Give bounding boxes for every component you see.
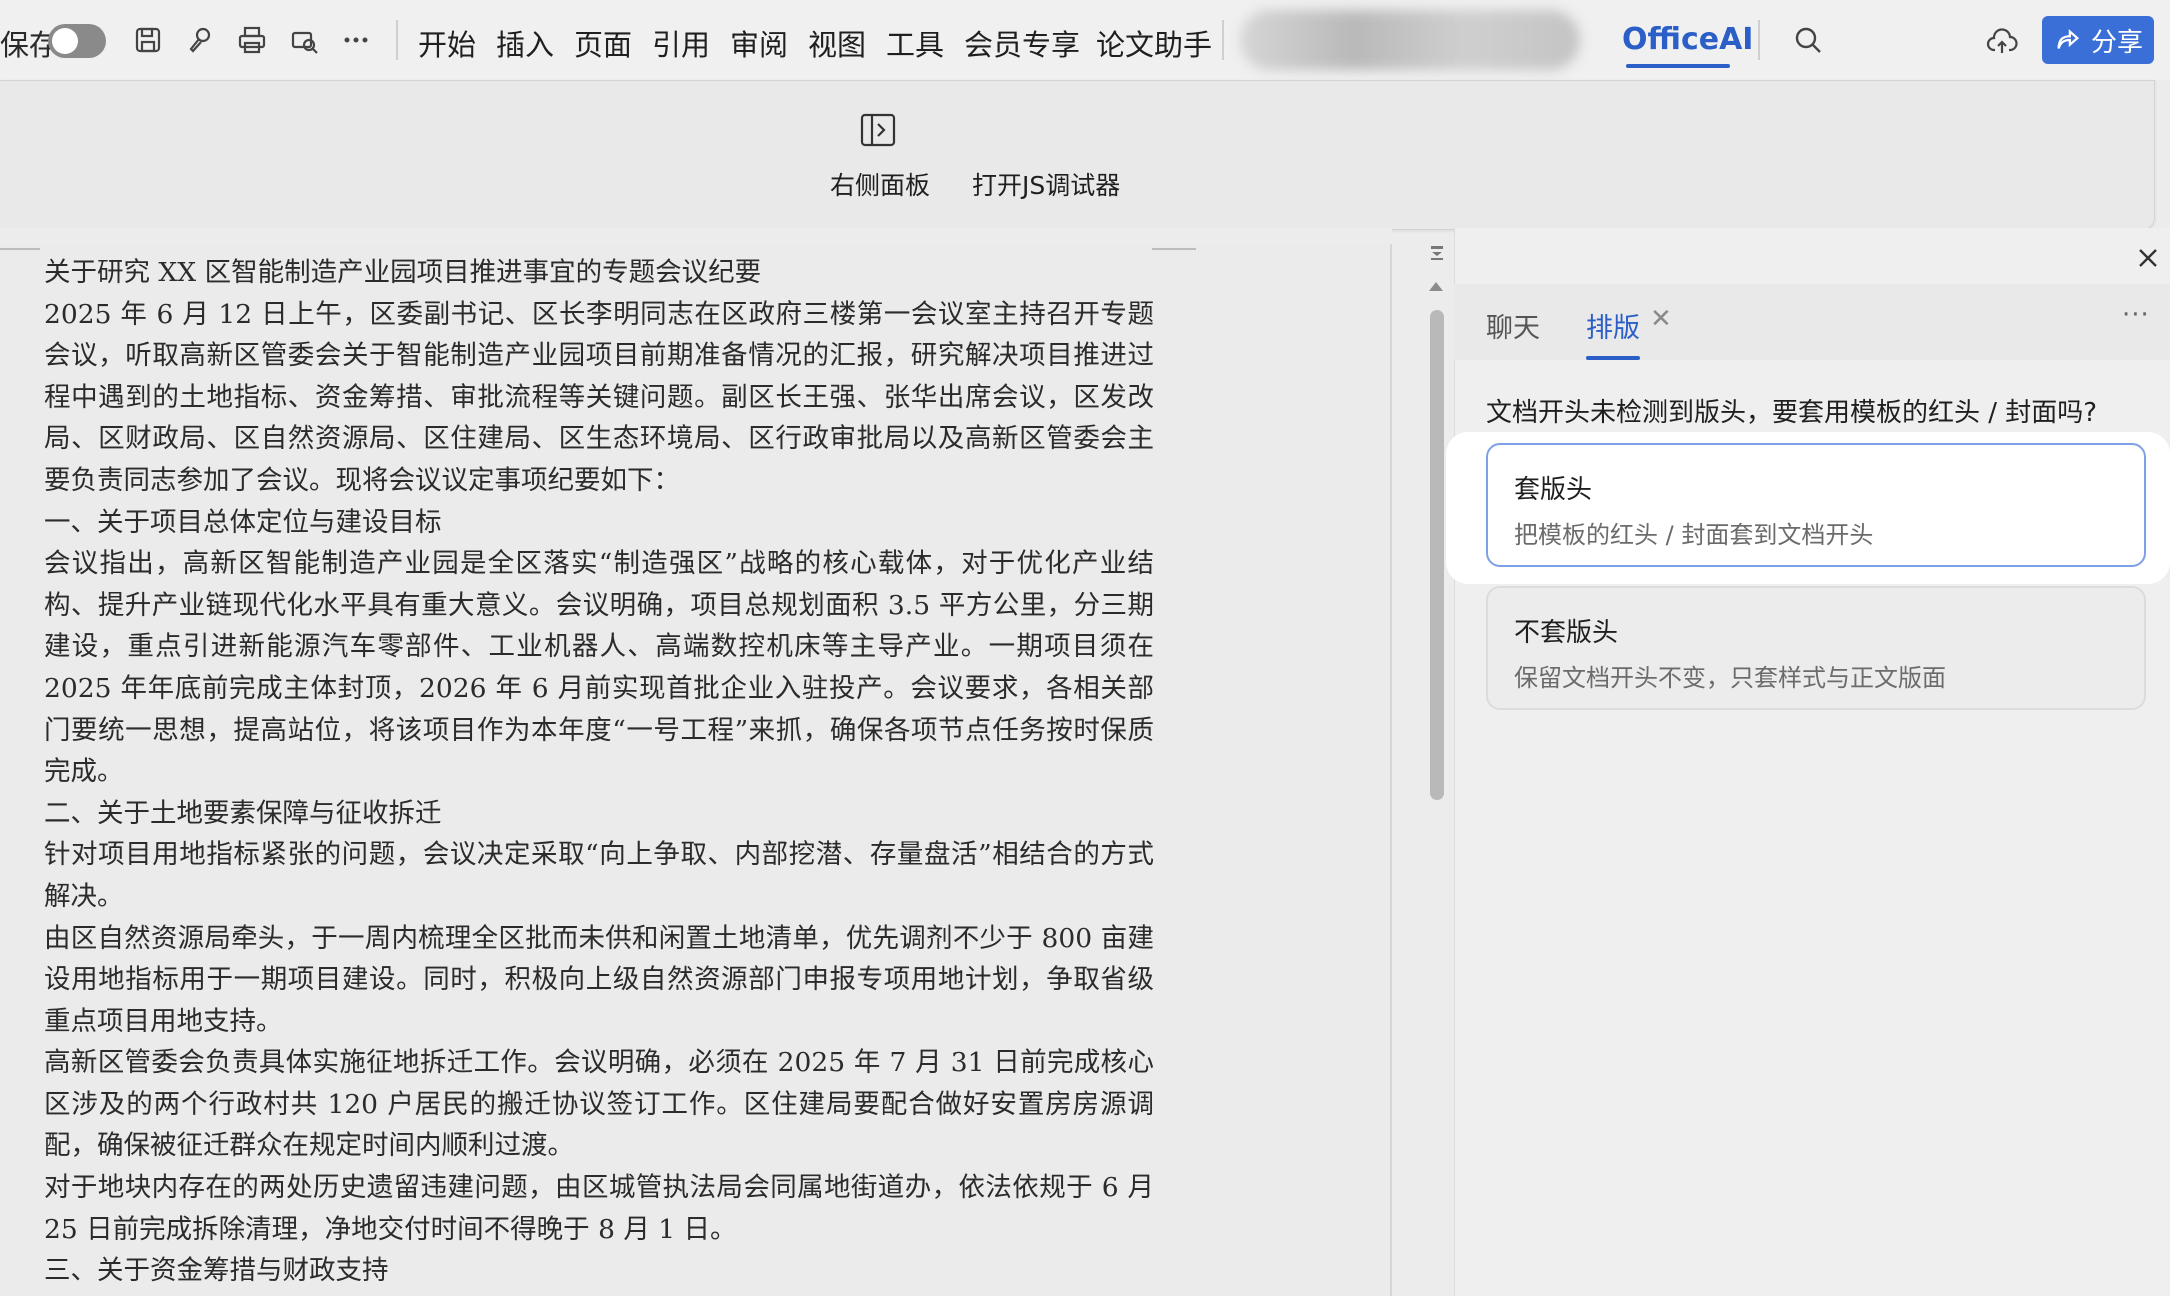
menu-view[interactable]: 视图 — [808, 22, 866, 64]
option-description: 把模板的红头 / 封面套到文档开头 — [1514, 521, 1874, 549]
redacted-tab — [1240, 10, 1580, 70]
split-handle-icon[interactable] — [1428, 244, 1446, 262]
menu-member[interactable]: 会员专享 — [964, 22, 1080, 64]
menu-thesis[interactable]: 论文助手 — [1096, 22, 1212, 64]
panel-tab-bar — [1454, 284, 2170, 360]
scroll-up-arrow[interactable] — [1429, 282, 1443, 291]
cloud-upload-icon[interactable] — [1982, 22, 2022, 62]
doc-paragraph: 对于地块内存在的两处历史遗留违建问题，由区城管执法局会同属地街道办，依法依规于 … — [44, 1172, 1154, 1245]
toolbar-divider — [1758, 20, 1760, 60]
doc-paragraph: 针对项目用地指标紧张的问题，会议决定采取“向上争取、内部挖潜、存量盘活”相结合的… — [44, 839, 1154, 912]
doc-paragraph: 由区自然资源局牵头，于一周内梳理全区批而未供和闲置土地清单，优先调剂不少于 80… — [44, 922, 1154, 1037]
print-icon[interactable] — [232, 20, 272, 60]
menu-page[interactable]: 页面 — [574, 22, 632, 64]
menu-review[interactable]: 审阅 — [730, 22, 788, 64]
document-body[interactable]: 关于研究 XX 区智能制造产业园项目推进事宜的专题会议纪要 2025 年 6 月… — [44, 252, 1154, 1292]
share-button[interactable]: 分享 — [2042, 16, 2154, 64]
share-label: 分享 — [2090, 27, 2143, 58]
apply-header-option[interactable]: 套版头 把模板的红头 / 封面套到文档开头 — [1486, 443, 2146, 567]
tab-chat[interactable]: 聊天 — [1486, 306, 1540, 345]
share-icon — [2057, 29, 2080, 49]
doc-heading: 一、关于项目总体定位与建设目标 — [44, 506, 442, 538]
doc-heading: 三、关于资金筹措与财政支持 — [44, 1255, 389, 1287]
active-tab-underline — [1626, 64, 1730, 68]
toolbar-divider — [396, 20, 398, 60]
format-painter-icon[interactable] — [180, 20, 220, 60]
toolbar-divider — [1222, 20, 1224, 60]
search-icon[interactable] — [1788, 20, 1828, 60]
save-icon[interactable] — [128, 20, 168, 60]
menu-insert[interactable]: 插入 — [496, 22, 554, 64]
page-corner-mark — [0, 248, 40, 250]
tab-officeai[interactable]: OfficeAI — [1622, 22, 1753, 57]
doc-heading: 二、关于土地要素保障与征收拆迁 — [44, 797, 442, 829]
page-corner-mark — [1152, 248, 1196, 250]
option-title: 不套版头 — [1514, 618, 1619, 648]
option-title: 套版头 — [1514, 475, 1593, 505]
toggle-knob — [52, 28, 78, 54]
header-prompt-text: 文档开头未检测到版头，要套用模板的红头 / 封面吗? — [1486, 398, 2098, 428]
menubar: 保存 开始 插入 页面 引用 审阅 视图 工具 会员专享 论文助手 Office… — [0, 0, 2170, 80]
more-icon[interactable] — [336, 20, 376, 60]
js-debugger-button[interactable]: 打开JS调试器 — [972, 166, 1120, 202]
autosave-toggle[interactable] — [48, 24, 106, 58]
ribbon — [0, 80, 2155, 230]
skip-header-option[interactable]: 不套版头 保留文档开头不变，只套样式与正文版面 — [1486, 586, 2146, 710]
doc-title: 关于研究 XX 区智能制造产业园项目推进事宜的专题会议纪要 — [44, 257, 762, 288]
tab-close-icon[interactable]: ✕ — [1650, 304, 1672, 334]
menu-home[interactable]: 开始 — [418, 22, 476, 64]
option-description: 保留文档开头不变，只套样式与正文版面 — [1514, 664, 1946, 692]
scrollbar-thumb[interactable] — [1430, 310, 1444, 800]
doc-paragraph: 高新区管委会负责具体实施征地拆迁工作。会议明确，必须在 2025 年 7 月 3… — [44, 1047, 1154, 1162]
officeai-side-panel — [1454, 228, 2170, 1296]
print-preview-icon[interactable] — [284, 20, 324, 60]
close-icon[interactable] — [2134, 244, 2162, 272]
active-tab-underline — [1586, 356, 1640, 360]
doc-paragraph: 会议指出，高新区智能制造产业园是全区落实“制造强区”战略的核心载体，对于优化产业… — [44, 548, 1154, 788]
tab-format[interactable]: 排版 — [1586, 306, 1640, 345]
right-panel-icon[interactable] — [858, 110, 898, 150]
doc-paragraph: 2025 年 6 月 12 日上午，区委副书记、区长李明同志在区政府三楼第一会议… — [44, 298, 1154, 496]
more-options-icon[interactable]: ··· — [2122, 300, 2150, 330]
right-panel-button[interactable]: 右侧面板 — [830, 166, 930, 202]
menu-references[interactable]: 引用 — [652, 22, 710, 64]
menu-tools[interactable]: 工具 — [886, 22, 944, 64]
